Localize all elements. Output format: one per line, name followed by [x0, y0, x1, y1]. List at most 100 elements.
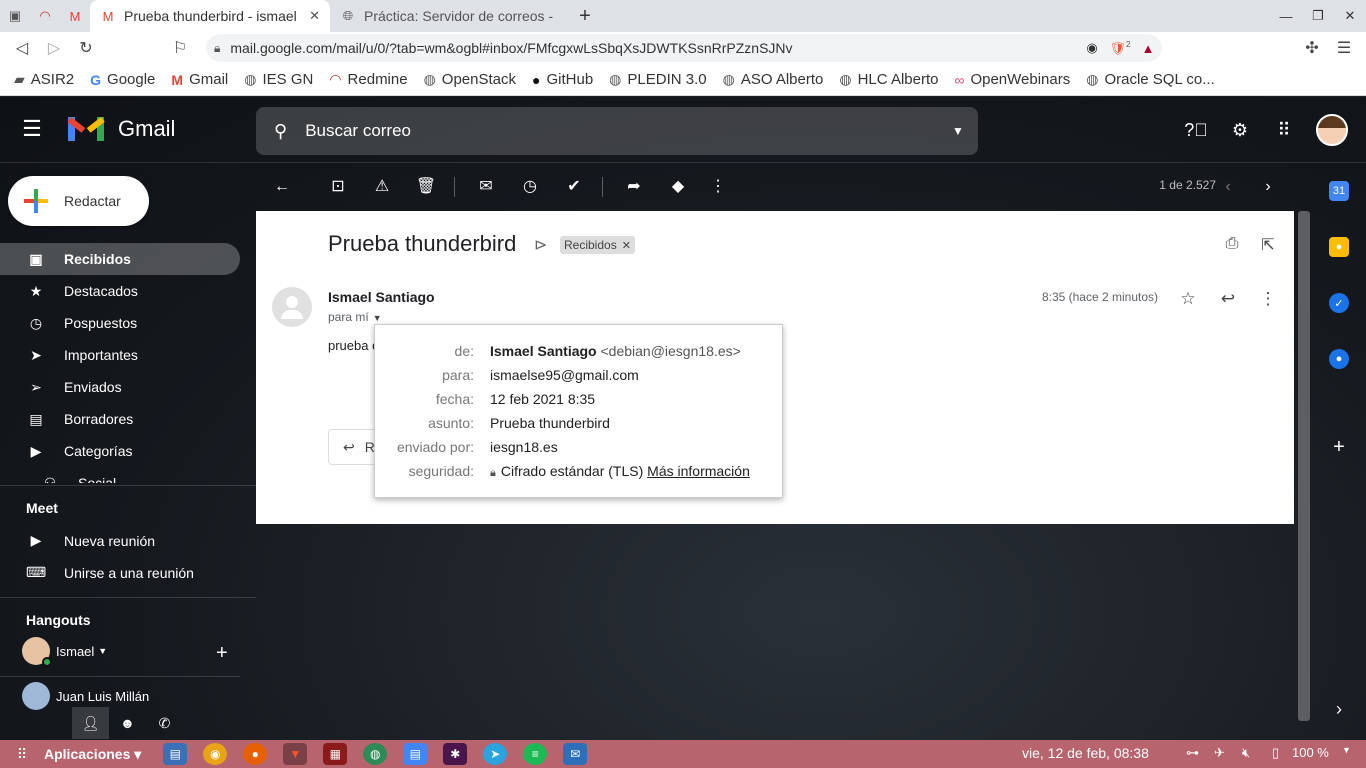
- keep-icon[interactable]: ●: [1329, 237, 1349, 257]
- nav-item-snoozed[interactable]: ◷ Pospuestos: [0, 307, 240, 339]
- bookmark-github[interactable]: ● GitHub: [532, 71, 593, 88]
- main-menu-icon[interactable]: ☰: [20, 118, 44, 142]
- mark-unread-icon[interactable]: ✉: [474, 175, 498, 199]
- nav-item-drafts[interactable]: ▤ Borradores: [0, 403, 240, 435]
- files-app-icon[interactable]: ▤: [163, 743, 188, 765]
- reload-icon[interactable]: ↻: [70, 32, 102, 64]
- thunderbird-app-icon[interactable]: ✉: [563, 743, 588, 765]
- open-new-window-icon[interactable]: ⇱: [1256, 235, 1280, 255]
- tab-practica[interactable]: 🌐︎ Práctica: Servidor de correos -: [330, 0, 570, 32]
- minimize-icon[interactable]: —: [1270, 0, 1302, 32]
- bookmark-asir2[interactable]: ▰ ASIR2: [14, 71, 74, 88]
- snooze-icon[interactable]: ◷: [518, 175, 542, 199]
- search-bar[interactable]: ⚲ Buscar correo ▼: [256, 107, 978, 155]
- clock[interactable]: vie, 12 de feb, 08:38: [1022, 745, 1149, 761]
- remove-label-icon[interactable]: ✕: [622, 239, 631, 252]
- tasks-icon[interactable]: ✓: [1329, 293, 1349, 313]
- move-to-icon[interactable]: ➦: [622, 175, 646, 199]
- bookmark-google[interactable]: G Google: [90, 71, 155, 88]
- star-toggle-icon[interactable]: ☆: [1176, 287, 1200, 311]
- nav-item-social[interactable]: ⚇ Social: [0, 467, 240, 484]
- brave-app-icon[interactable]: ▼: [283, 743, 308, 765]
- nav-item-sent[interactable]: ➢ Enviados: [0, 371, 240, 403]
- gmail-logo[interactable]: Gmail: [67, 115, 175, 143]
- archive-icon[interactable]: ⊡: [326, 175, 350, 199]
- chrome-app-icon[interactable]: ◉: [203, 743, 228, 765]
- extensions-icon[interactable]: ✣: [1296, 32, 1328, 64]
- nav-item-starred[interactable]: ★ Destacados: [0, 275, 240, 307]
- maximize-icon[interactable]: ❐: [1302, 0, 1334, 32]
- show-side-panel-icon[interactable]: ›: [1329, 699, 1349, 719]
- chat-bubble-icon[interactable]: ☻: [109, 707, 146, 739]
- bookmark-openwebinars[interactable]: ∞ OpenWebinars: [954, 71, 1070, 88]
- address-bar[interactable]: 🔒︎ mail.google.com/mail/u/0/?tab=wm&ogbl…: [206, 34, 1162, 62]
- nav-item-categories[interactable]: ▶ Categorías: [0, 435, 240, 467]
- redmine-tab-icon[interactable]: ◠: [30, 0, 60, 32]
- new-tab-button[interactable]: +: [570, 5, 600, 28]
- volume-icon[interactable]: 🔇︎: [1242, 745, 1250, 761]
- network-app-icon[interactable]: ◍: [363, 743, 388, 765]
- bookmark-ies-gn[interactable]: ◍ IES GN: [244, 71, 313, 88]
- slack-app-icon[interactable]: ✱: [443, 743, 468, 765]
- bookmark-pledin[interactable]: ◍ PLEDIN 3.0: [609, 71, 706, 88]
- label-tag-icon[interactable]: ◆: [666, 175, 690, 199]
- hangouts-contact[interactable]: Juan Luis Millán: [22, 682, 149, 710]
- close-window-icon[interactable]: ✕: [1334, 0, 1366, 32]
- settings-gear-icon[interactable]: ⚙: [1228, 118, 1252, 142]
- battery-icon[interactable]: ▯: [1272, 745, 1279, 761]
- search-input[interactable]: Buscar correo: [305, 121, 938, 141]
- help-icon[interactable]: ?⃝: [1184, 118, 1208, 142]
- forward-icon[interactable]: ▷: [38, 32, 70, 64]
- network-icon[interactable]: ⊶: [1186, 745, 1199, 761]
- eye-icon[interactable]: ◉: [1078, 40, 1106, 56]
- report-spam-icon[interactable]: ⚠: [370, 175, 394, 199]
- bookmark-hlc-alberto[interactable]: ◍ HLC Alberto: [839, 71, 938, 88]
- bookmark-aso-alberto[interactable]: ◍ ASO Alberto: [723, 71, 824, 88]
- phone-icon[interactable]: ✆: [146, 707, 183, 739]
- search-options-icon[interactable]: ▼: [938, 124, 978, 138]
- get-addons-icon[interactable]: +: [1329, 436, 1349, 458]
- app-grid-icon[interactable]: ⠿: [0, 746, 44, 763]
- prev-page-icon[interactable]: ‹: [1216, 175, 1240, 199]
- more-info-link[interactable]: Más información: [647, 463, 750, 479]
- tab-gmail-active[interactable]: M Prueba thunderbird - ismael ✕: [90, 0, 330, 32]
- url-text[interactable]: mail.google.com/mail/u/0/?tab=wm&ogbl#in…: [230, 40, 1078, 56]
- bookmark-icon[interactable]: ⚐: [164, 32, 196, 64]
- calendar-icon[interactable]: 31: [1329, 181, 1349, 201]
- back-arrow-icon[interactable]: ←: [270, 175, 294, 199]
- delete-icon[interactable]: 🗑︎: [414, 175, 438, 199]
- spotify-app-icon[interactable]: ≡: [523, 743, 548, 765]
- bookmark-openstack[interactable]: ◍ OpenStack: [424, 71, 516, 88]
- contacts-icon[interactable]: ●: [1329, 349, 1349, 369]
- gmail-tab-icon[interactable]: M: [60, 0, 90, 32]
- add-contact-icon[interactable]: +: [216, 642, 228, 665]
- bookmark-gmail[interactable]: M Gmail: [171, 71, 228, 88]
- more-options-icon[interactable]: ⋮: [706, 175, 730, 199]
- recipient-line[interactable]: para mí ▼: [328, 310, 382, 324]
- importance-marker-icon[interactable]: ⊳: [534, 235, 547, 255]
- apps-grid-icon[interactable]: ⠿: [1272, 118, 1296, 142]
- account-avatar[interactable]: [1316, 114, 1348, 146]
- brave-shields-icon[interactable]: 🛡︎2: [1106, 40, 1134, 56]
- bookmark-redmine[interactable]: ◠ Redmine: [329, 71, 407, 88]
- nav-item-important[interactable]: ➤ Importantes: [0, 339, 240, 371]
- person-icon[interactable]: 👤︎: [72, 707, 109, 739]
- brave-rewards-icon[interactable]: ▲: [1134, 41, 1162, 56]
- join-meeting-item[interactable]: ⌨ Unirse a una reunión: [26, 564, 194, 581]
- chevron-down-icon[interactable]: ▼: [98, 646, 107, 656]
- terminal-app-icon[interactable]: ▦: [323, 743, 348, 765]
- message-more-icon[interactable]: ⋮: [1256, 287, 1280, 311]
- airplane-mode-icon[interactable]: ✈: [1214, 745, 1225, 761]
- search-icon[interactable]: ⚲: [274, 121, 287, 142]
- new-meeting-item[interactable]: ▶ Nueva reunión: [26, 532, 155, 549]
- nav-item-inbox[interactable]: ▣ Recibidos: [0, 243, 240, 275]
- firefox-app-icon[interactable]: ●: [243, 743, 268, 765]
- inbox-label-chip[interactable]: Recibidos ✕: [560, 236, 635, 254]
- tray-menu-icon[interactable]: ▼: [1342, 745, 1351, 755]
- bookmark-oracle-sql[interactable]: ◍ Oracle SQL co...: [1086, 71, 1215, 88]
- trello-tab-icon[interactable]: ▣: [0, 0, 30, 32]
- scrollbar[interactable]: [1298, 211, 1310, 721]
- docs-app-icon[interactable]: ▤: [403, 743, 428, 765]
- menu-icon[interactable]: ☰: [1328, 32, 1360, 64]
- next-page-icon[interactable]: ›: [1256, 175, 1280, 199]
